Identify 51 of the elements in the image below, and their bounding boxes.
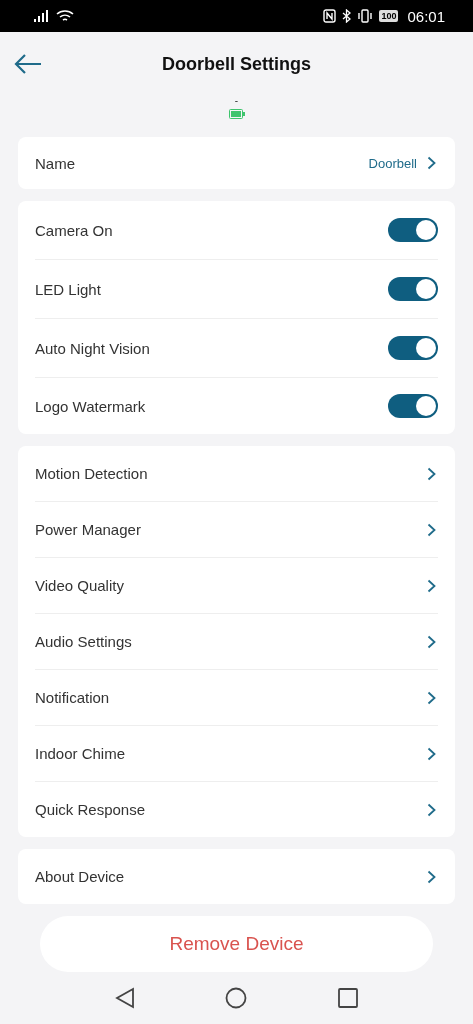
chevron-icon (427, 156, 436, 170)
row-label: About Device (35, 868, 126, 885)
battery-icon (228, 109, 245, 119)
back-button[interactable] (14, 53, 44, 75)
row-label: Quick Response (35, 801, 147, 818)
menu-row[interactable]: About Device (35, 849, 438, 904)
clock: 06:01 (407, 7, 445, 25)
chevron-icon (427, 746, 436, 761)
row-label: Camera On (35, 221, 114, 239)
battery-indicator: 100 (379, 10, 399, 22)
menu-row[interactable]: Indoor Chime (35, 726, 438, 782)
toggle-switch[interactable] (388, 218, 438, 242)
row-label: Indoor Chime (35, 745, 127, 762)
chevron-icon (427, 466, 436, 481)
row-label: Logo Watermark (35, 397, 147, 415)
chevron-icon (427, 869, 436, 884)
chevron-icon (427, 522, 436, 537)
nfc-icon (323, 9, 337, 23)
home-icon[interactable] (225, 987, 248, 1009)
vibrate-icon (357, 9, 374, 23)
remove-device-button[interactable]: Remove Device (40, 916, 433, 972)
device-status: - (234, 96, 239, 106)
row-label: Name (35, 154, 76, 172)
menu-row[interactable]: Quick Response (35, 782, 438, 837)
row-label: LED Light (35, 280, 102, 298)
menu-row[interactable]: Video Quality (35, 558, 438, 614)
page-title: Doorbell Settings (162, 53, 311, 75)
row-label: Motion Detection (35, 465, 149, 482)
menu-row[interactable]: Power Manager (35, 502, 438, 558)
row-label: Notification (35, 689, 111, 706)
back-nav-icon[interactable] (115, 987, 136, 1009)
toggle-switch[interactable] (388, 394, 438, 418)
chevron-icon (427, 634, 436, 649)
toggle-switch[interactable] (388, 277, 438, 301)
row-label: Audio Settings (35, 633, 133, 650)
row-label: Auto Night Vision (35, 339, 151, 357)
bluetooth-icon (342, 9, 352, 23)
menu-row[interactable]: Motion Detection (35, 446, 438, 502)
wifi-icon (56, 9, 74, 23)
row-label: Power Manager (35, 521, 142, 538)
signal-icon (34, 10, 50, 22)
chevron-icon (427, 578, 436, 593)
menu-row[interactable]: Audio Settings (35, 614, 438, 670)
name-row[interactable]: Name Doorbell (35, 137, 438, 189)
chevron-icon (427, 690, 436, 705)
menu-row[interactable]: Notification (35, 670, 438, 726)
row-label: Video Quality (35, 577, 125, 594)
name-value: Doorbell (368, 155, 417, 171)
toggle-switch[interactable] (388, 336, 438, 360)
recents-icon[interactable] (337, 988, 358, 1008)
chevron-icon (427, 802, 436, 817)
